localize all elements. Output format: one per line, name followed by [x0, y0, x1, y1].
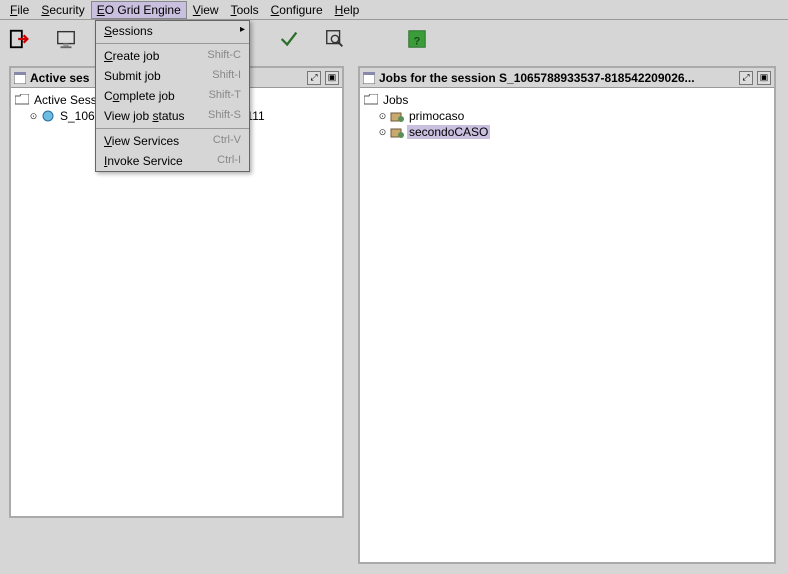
- check-button[interactable]: [275, 25, 303, 53]
- window-titlebar[interactable]: Jobs for the session S_1065788933537-818…: [360, 68, 774, 88]
- zoom-icon: [324, 28, 346, 50]
- menu-tools[interactable]: Tools: [225, 1, 265, 19]
- monitor-icon: [55, 28, 77, 50]
- eo-grid-dropdown: Sessions Create jobShift-C Submit jobShi…: [95, 20, 250, 172]
- shortcut-label: Shift-C: [207, 49, 241, 63]
- exit-icon: [9, 28, 31, 50]
- shortcut-label: Shift-I: [212, 69, 241, 83]
- menu-security[interactable]: Security: [35, 1, 90, 19]
- window-icon: [363, 72, 375, 84]
- dd-separator: [96, 43, 249, 44]
- menu-view[interactable]: View: [187, 1, 225, 19]
- tree-item[interactable]: ⊙ primocaso: [364, 108, 770, 124]
- dd-view-services[interactable]: View ServicesCtrl-V: [96, 131, 249, 151]
- globe-icon: [41, 110, 55, 122]
- minimize-button[interactable]: ⤢: [307, 71, 321, 85]
- help-button[interactable]: ?: [403, 25, 431, 53]
- window-icon: [14, 72, 26, 84]
- window-body: Jobs ⊙ primocaso ⊙ secondoCASO: [360, 88, 774, 562]
- shortcut-label: Shift-S: [208, 109, 241, 123]
- job-icon: [390, 110, 404, 122]
- tree-item[interactable]: ⊙ secondoCASO: [364, 124, 770, 140]
- shortcut-label: Ctrl-V: [213, 134, 241, 148]
- expand-handle-icon[interactable]: ⊙: [29, 112, 38, 121]
- job-icon: [390, 126, 404, 138]
- zoom-button[interactable]: [321, 25, 349, 53]
- help-icon: ?: [406, 28, 428, 50]
- menubar: File Security EO Grid Engine View Tools …: [0, 0, 788, 20]
- tree-label: Active Sessi: [32, 93, 101, 107]
- monitor-button[interactable]: [52, 25, 80, 53]
- menu-help[interactable]: Help: [329, 1, 366, 19]
- menu-file[interactable]: File: [4, 1, 35, 19]
- dd-invoke-service[interactable]: Invoke ServiceCtrl-I: [96, 151, 249, 171]
- dd-complete-job[interactable]: Complete jobShift-T: [96, 86, 249, 106]
- exit-button[interactable]: [6, 25, 34, 53]
- menu-eo-grid-engine[interactable]: EO Grid Engine: [91, 1, 187, 19]
- window-title: Jobs for the session S_1065788933537-818…: [379, 71, 735, 85]
- jobs-window: Jobs for the session S_1065788933537-818…: [358, 66, 776, 564]
- minimize-button[interactable]: ⤢: [739, 71, 753, 85]
- folder-icon: [364, 94, 378, 106]
- folder-icon: [15, 94, 29, 106]
- menu-configure[interactable]: Configure: [265, 1, 329, 19]
- maximize-button[interactable]: ▣: [757, 71, 771, 85]
- dd-sessions[interactable]: Sessions: [96, 21, 249, 41]
- maximize-button[interactable]: ▣: [325, 71, 339, 85]
- tree-label: secondoCASO: [407, 125, 490, 139]
- dd-submit-job[interactable]: Submit jobShift-I: [96, 66, 249, 86]
- tree-root[interactable]: Jobs: [364, 92, 770, 108]
- dd-separator: [96, 128, 249, 129]
- dd-create-job[interactable]: Create jobShift-C: [96, 46, 249, 66]
- expand-handle-icon[interactable]: ⊙: [378, 112, 387, 121]
- shortcut-label: Shift-T: [209, 89, 241, 103]
- expand-handle-icon[interactable]: ⊙: [378, 128, 387, 137]
- shortcut-label: Ctrl-I: [217, 154, 241, 168]
- tree-label: Jobs: [381, 93, 410, 107]
- tree-label: primocaso: [407, 109, 466, 123]
- check-icon: [278, 28, 300, 50]
- dd-view-job-status[interactable]: View job statusShift-S: [96, 106, 249, 126]
- svg-text:?: ?: [414, 36, 421, 48]
